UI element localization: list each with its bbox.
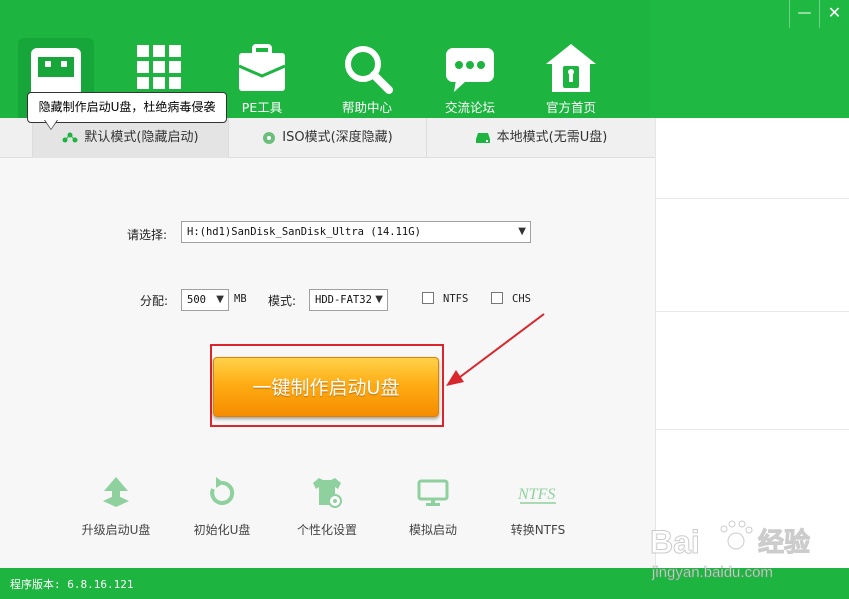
minimize-icon: —	[797, 5, 812, 21]
version-text: 程序版本: 6.8.16.121	[10, 578, 134, 591]
tool-convert-label: 转换NTFS	[510, 523, 566, 537]
chevron-down-icon: ▼	[518, 226, 526, 237]
nav-label-help: 帮助中心	[341, 100, 392, 115]
tab-local-mode[interactable]: 本地模式(无需U盘)	[427, 118, 655, 158]
device-select-value: H:(hd1)SanDisk_SanDisk_Ultra (14.11G)	[187, 226, 421, 238]
mode-label: 模式:	[268, 294, 297, 308]
chs-checkbox[interactable]	[491, 292, 503, 304]
chevron-down-icon: ▼	[216, 294, 224, 305]
alloc-unit: MB	[234, 293, 247, 305]
one-click-make-button[interactable]: 一键制作启动U盘	[213, 357, 439, 417]
home-icon	[546, 44, 596, 92]
tool-init-label: 初始化U盘	[193, 523, 251, 537]
ntfs-checkbox[interactable]	[422, 292, 434, 304]
watermark-url: jingyan.baidu.com	[651, 564, 773, 581]
upload-icon	[103, 477, 129, 507]
alloc-label: 分配:	[140, 294, 169, 308]
watermark-brand2: 经验	[758, 527, 810, 558]
mode-tabs: 默认模式(隐藏启动) ISO模式(深度隐藏) 本地模式(无需U盘)	[0, 118, 655, 158]
annotation-arrow	[446, 313, 545, 386]
nav-label-pe-tools: PE工具	[241, 100, 283, 115]
mode-select-value: HDD-FAT32	[315, 294, 372, 306]
paw-logo-icon	[720, 520, 753, 550]
tab-default-label: 默认模式(隐藏启动)	[84, 130, 199, 145]
ntfs-icon: NTFS	[517, 486, 556, 504]
watermark-brand: Bai	[650, 524, 700, 560]
mode-select[interactable]: HDD-FAT32 ▼	[309, 289, 388, 311]
alloc-size-select[interactable]: 500 ▼	[181, 289, 229, 311]
tool-personalize-label: 个性化设置	[296, 523, 357, 537]
nav-item-homepage[interactable]: 官方首页	[531, 40, 611, 118]
close-button[interactable]: ✕	[819, 0, 849, 28]
chevron-down-icon: ▼	[375, 294, 383, 305]
right-side-panel	[655, 118, 849, 568]
alloc-size-value: 500	[187, 294, 206, 306]
device-select[interactable]: H:(hd1)SanDisk_SanDisk_Ultra (14.11G) ▼	[181, 221, 531, 243]
tool-simulate-label: 模拟启动	[408, 523, 457, 537]
close-icon: ✕	[827, 3, 842, 22]
tab-iso-label: ISO模式(深度隐藏)	[282, 130, 393, 145]
apps-grid-icon	[137, 45, 181, 89]
nav-item-forum[interactable]: 交流论坛	[430, 40, 510, 118]
hard-drive-icon	[475, 132, 490, 143]
refresh-icon	[210, 477, 235, 505]
tab-local-label: 本地模式(无需U盘)	[496, 130, 608, 145]
baidu-jingyan-watermark: Bai 经验 jingyan.baidu.com	[650, 520, 811, 581]
tab-iso-mode[interactable]: ISO模式(深度隐藏)	[229, 118, 427, 158]
tab-default-mode[interactable]: 默认模式(隐藏启动)	[32, 118, 229, 158]
nav-item-help[interactable]: 帮助中心	[327, 40, 407, 118]
nav-label-homepage: 官方首页	[545, 100, 596, 115]
ntfs-icon-text: NTFS	[517, 486, 555, 503]
tshirt-gear-icon	[313, 478, 342, 508]
nav-label-forum: 交流论坛	[444, 100, 495, 115]
device-select-label: 请选择:	[127, 228, 168, 242]
tool-upgrade-label: 升级启动U盘	[81, 523, 151, 537]
chs-checkbox-label: CHS	[512, 293, 531, 305]
share-nodes-icon	[62, 132, 78, 142]
minimize-button[interactable]: —	[789, 0, 819, 28]
search-icon	[345, 46, 393, 94]
chat-bubble-icon	[446, 48, 494, 92]
nav-item-pe-tools[interactable]: PE工具	[222, 40, 302, 118]
disc-icon	[263, 131, 276, 144]
monitor-icon	[417, 479, 449, 506]
tooltip-tail-inner	[45, 120, 57, 129]
briefcase-icon	[238, 44, 286, 91]
ntfs-checkbox-label: NTFS	[443, 293, 469, 305]
tooltip-hide-make: 隐藏制作启动U盘，杜绝病毒侵袭	[27, 92, 227, 123]
